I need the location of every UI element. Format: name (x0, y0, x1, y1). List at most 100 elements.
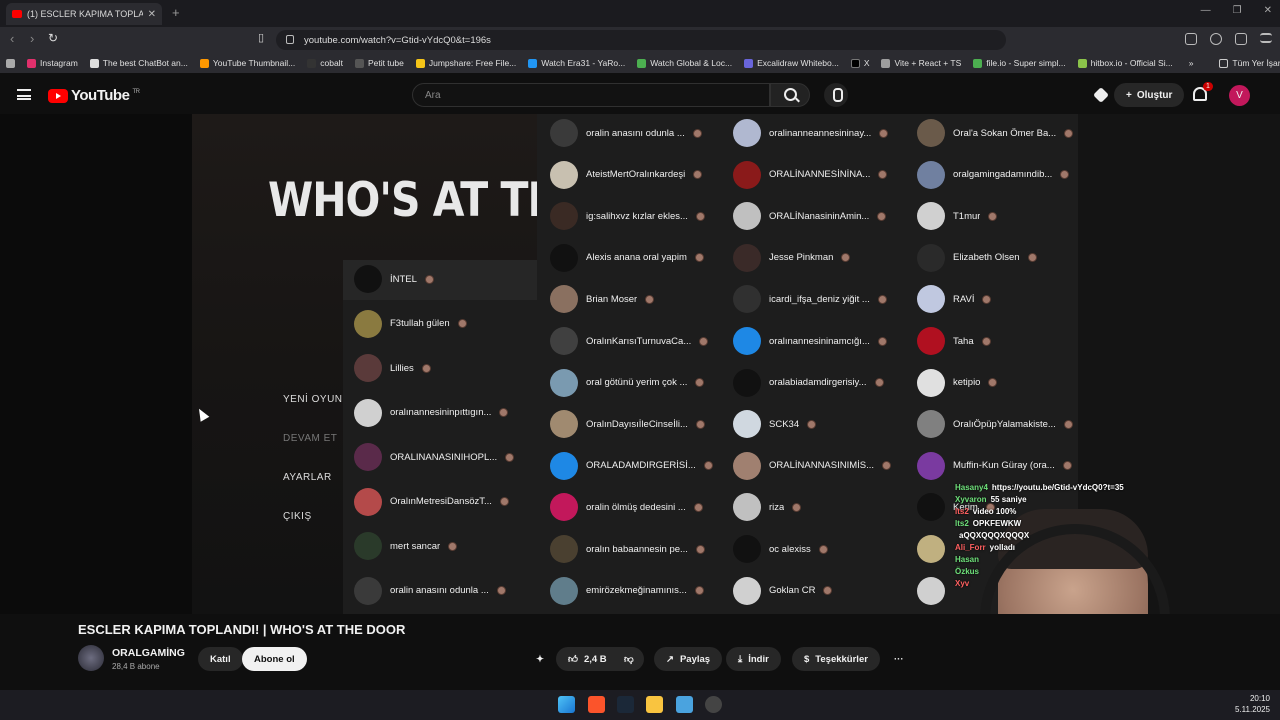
viewer-row: Taha (917, 327, 991, 355)
hamburger-menu-icon[interactable] (17, 89, 31, 100)
viewer-name: oralinanneannesininay... (769, 127, 872, 139)
badge-icon (982, 294, 992, 304)
plus-icon: + (1126, 89, 1132, 101)
badge-icon (818, 544, 828, 554)
dislike-button[interactable]: 👎︎ (614, 647, 644, 671)
viewer-row: oralin anasını odunla ... (354, 576, 506, 605)
more-bookmarks-icon[interactable]: » (1183, 58, 1200, 68)
viewer-avatar (354, 354, 382, 382)
viewer-row: Jesse Pinkman (733, 243, 851, 272)
search-input[interactable]: Ara (412, 83, 770, 107)
sparkle-icon[interactable] (1093, 87, 1109, 103)
badge-icon (695, 378, 705, 388)
join-button[interactable]: Katıl (198, 647, 243, 671)
bookmark-item[interactable]: Watch Global & Loc... (631, 58, 738, 68)
sparkle-icon[interactable]: ✦ (536, 647, 544, 671)
bookmark-item[interactable]: Excalidraw Whitebo... (738, 58, 845, 68)
like-button[interactable]: 👍︎ 2,4 B (556, 647, 619, 671)
app-icon[interactable] (676, 696, 693, 713)
badge-icon (694, 253, 704, 263)
shield-icon[interactable] (1235, 33, 1247, 45)
bookmark-item[interactable]: YouTube Thumbnail... (194, 58, 301, 68)
bookmark-item[interactable]: The best ChatBot an... (84, 58, 194, 68)
download-button[interactable]: ⤓ İndir (726, 647, 781, 671)
viewer-name: OralınKarısıTurnuvaCa... (586, 335, 692, 347)
minimize-icon[interactable]: — (1201, 5, 1211, 16)
bookmark-item[interactable]: cobalt (301, 58, 349, 68)
badge-icon (1062, 461, 1072, 471)
viewer-row: ketipio (917, 368, 998, 397)
profile-icon[interactable] (1210, 33, 1222, 45)
viewer-avatar (917, 202, 945, 231)
chat-username: Özkus (955, 567, 980, 576)
avatar[interactable]: V (1229, 85, 1250, 106)
bookmark-page-icon[interactable]: ▯ (258, 31, 264, 44)
viewer-avatar (550, 493, 578, 522)
bookmark-item[interactable]: X (845, 58, 876, 68)
all-bookmarks[interactable]: Tüm Yer İşaretleri (1213, 58, 1280, 68)
viewer-row: Alexis anana oral yapim (550, 243, 704, 272)
new-tab-icon[interactable]: + (172, 5, 180, 20)
create-button[interactable]: + Oluştur (1114, 83, 1185, 107)
viewer-name: oralın babaannesin pe... (586, 543, 688, 555)
badge-icon (695, 419, 705, 429)
channel-name[interactable]: ORALGAMİNG (112, 647, 185, 659)
viewer-name: ORALİNANNASINIMİS... (769, 460, 875, 472)
viewer-name: oralgamingadamındib... (953, 169, 1053, 181)
voice-search-icon[interactable] (824, 83, 848, 107)
reload-icon[interactable]: ↻ (48, 31, 58, 45)
bookmark-item[interactable]: file.io - Super simpl... (967, 58, 1071, 68)
video-player[interactable]: WHO'S AT THE DOOR YENİ OYUN DEVAM ET AYA… (0, 114, 1280, 614)
channel-avatar[interactable] (78, 645, 104, 671)
viewer-row: AteistMertOralınkardeşi (550, 160, 703, 189)
viewer-name: Taha (953, 335, 974, 347)
viewer-avatar (550, 160, 578, 189)
search-button[interactable] (770, 83, 810, 107)
badge-icon (882, 461, 892, 471)
viewer-avatar (733, 410, 761, 439)
settings-icon[interactable] (705, 696, 722, 713)
viewer-avatar (917, 160, 945, 189)
youtube-logo[interactable]: YouTube TR (48, 87, 140, 104)
more-actions-button[interactable]: ··· (882, 647, 916, 671)
viewer-row: oral götünü yerim çok ... (550, 368, 705, 397)
site-info-icon[interactable] (286, 35, 294, 44)
browser-tab-active[interactable]: (1) ESCLER KAPIMA TOPLANDI ✕ (6, 3, 162, 25)
share-button[interactable]: ↗ Paylaş (654, 647, 723, 671)
badge-icon (878, 170, 888, 180)
viewer-name: oralınannesininpıttıgın... (390, 407, 492, 418)
forward-icon[interactable]: › (30, 31, 34, 46)
bookmark-item[interactable]: Instagram (21, 58, 84, 68)
bookmark-item[interactable]: Jumpshare: Free File... (410, 58, 522, 68)
chat-text: OPKFEWKW (972, 519, 1022, 528)
chat-message: Hasany4 https://youtu.be/Gtid-vYdcQ0?t=35 (955, 482, 1124, 494)
game-menu-exit: ÇIKIŞ (283, 511, 312, 522)
viewer-row: OralınKarısıTurnuvaCa... (550, 327, 709, 355)
viewer-name: oralabiadamdirgerisiy... (769, 377, 867, 389)
bookmark-item[interactable]: Watch Era31 - YaRo... (522, 58, 631, 68)
viewer-avatar (733, 202, 761, 231)
extension-icon[interactable] (1185, 33, 1197, 45)
steam-icon[interactable] (617, 696, 634, 713)
close-window-icon[interactable]: ✕ (1264, 5, 1272, 16)
apps-icon[interactable] (0, 58, 21, 68)
bookmark-item[interactable]: hitbox.io - Official Si... (1072, 58, 1179, 68)
maximize-icon[interactable]: ❐ (1233, 5, 1242, 16)
subscribe-button[interactable]: Abone ol (242, 647, 307, 671)
browser-icon[interactable] (588, 696, 605, 713)
tab-close-icon[interactable]: ✕ (148, 9, 156, 20)
thanks-button[interactable]: $ Teşekkürler (792, 647, 880, 671)
viewer-avatar (354, 265, 382, 293)
bookmark-item[interactable]: Vite + React + TS (875, 58, 967, 68)
url-field[interactable]: youtube.com/watch?v=Gtid-vYdcQ0&t=196s (276, 30, 1006, 50)
menu-icon[interactable] (1260, 33, 1272, 43)
bookmark-item[interactable]: Petit tube (349, 58, 410, 68)
back-icon[interactable]: ‹ (10, 31, 14, 46)
toolbar-icons (1185, 33, 1272, 45)
file-explorer-icon[interactable] (646, 696, 663, 713)
badge-icon (807, 419, 817, 429)
viewer-avatar (733, 327, 761, 355)
chat-username: Ali_Forr (955, 543, 986, 552)
os-taskbar (0, 690, 1280, 720)
start-icon[interactable] (558, 696, 575, 713)
